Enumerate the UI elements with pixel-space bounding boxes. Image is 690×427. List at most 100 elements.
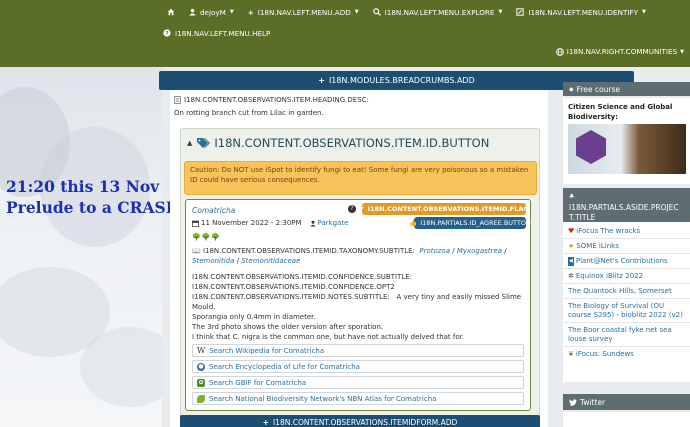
search-wikipedia-label: Search Wikipedia for Comatricha <box>209 346 325 355</box>
project-link[interactable]: ✲ Equinox iBlitz 2022 <box>568 272 688 281</box>
nav-user-menu[interactable]: dejoyM ▼ <box>182 8 241 17</box>
course-panel[interactable]: Citizen Science and Global Biodiversity: <box>563 98 690 184</box>
course-header-label: Free course <box>576 84 620 94</box>
project-link[interactable]: ◀ Plant@Net's Contributions <box>568 257 688 266</box>
document-icon <box>174 96 181 104</box>
flag-button-label: I18N.CONTENT.OBSERVATIONS.ITEMID.FLAG <box>367 205 529 213</box>
plus-icon: + <box>247 7 254 17</box>
nav-home[interactable] <box>160 8 182 16</box>
search-gbif-link[interactable]: ✿ Search GBIF for Comatricha <box>192 376 524 389</box>
leaf-icon: ❦ <box>568 350 574 358</box>
nav-help[interactable]: ? I18N.NAV.LEFT.MENU.HELP <box>163 29 270 38</box>
caret-down-icon: ▼ <box>229 9 234 15</box>
description-text: On rotting branch cut from Lilac in gard… <box>174 109 324 117</box>
nav-add-label: I18N.NAV.LEFT.MENU.ADD <box>257 7 351 17</box>
notes-label: I18N.CONTENT.OBSERVATIONS.ITEMID.NOTES.S… <box>192 293 390 301</box>
search-nbn-link[interactable]: Search National Biodiversity Network's N… <box>192 392 524 405</box>
search-eol-link[interactable]: ● Search Encyclopedia of Life for Comatr… <box>192 360 524 373</box>
wikipedia-icon: W <box>197 346 206 355</box>
twitter-header: Twitter <box>563 394 690 410</box>
nav-explore-label: I18N.NAV.LEFT.MENU.EXPLORE <box>384 7 495 17</box>
caret-down-icon: ▼ <box>498 9 503 15</box>
taxon-link[interactable]: Stemonitidaceae <box>241 257 300 265</box>
nav-help-label: I18N.NAV.LEFT.MENU.HELP <box>175 28 271 38</box>
play-icon: ◀ <box>568 257 574 266</box>
description-heading: I18N.CONTENT.OBSERVATIONS.ITEM.HEADING.D… <box>174 96 369 104</box>
project-link[interactable]: ★ SOME iLinks <box>568 242 688 251</box>
top-navbar: dejoyM ▼ + I18N.NAV.LEFT.MENU.ADD ▼ I18N… <box>0 0 690 67</box>
flag-button[interactable]: ✔ I18N.CONTENT.OBSERVATIONS.ITEMID.FLAG <box>359 203 529 215</box>
project-link[interactable]: The Biology of Survival (OU course S295)… <box>568 302 688 320</box>
search-wikipedia-link[interactable]: W Search Wikipedia for Comatricha <box>192 344 524 357</box>
help-icon[interactable]: ? <box>348 205 356 213</box>
id-heading[interactable]: ▲ I18N.CONTENT.OBSERVATIONS.ITEM.ID.BUTT… <box>187 136 489 150</box>
nbn-leaf-icon <box>197 394 205 403</box>
nav-add-menu[interactable]: + I18N.NAV.LEFT.MENU.ADD ▼ <box>241 8 366 17</box>
course-title[interactable]: Citizen Science and Global Biodiversity: <box>568 102 686 122</box>
project-link[interactable]: ❦ iFocus: Sundews <box>568 350 688 359</box>
add-identification-label: I18N.CONTENT.OBSERVATIONS.ITEMIDFORM.ADD <box>272 417 458 427</box>
pencil-icon <box>516 8 525 16</box>
species-link[interactable]: Comatricha <box>192 206 235 215</box>
identification-date: 11 November 2022 - 2:30PM <box>201 219 302 227</box>
projects-panel: ♥ iFocus The wracks ★ SOME iLinks ◀ Plant@N… <box>563 222 690 382</box>
taxonomy-line: 📖 I18N.CONTENT.OBSERVATIONS.ITEMID.TAXON… <box>192 247 507 265</box>
confidence-label: I18N.CONTENT.OBSERVATIONS.ITEMID.CONFIDE… <box>192 273 413 281</box>
add-identification-button[interactable]: + I18N.CONTENT.OBSERVATIONS.ITEMIDFORM.A… <box>180 415 540 427</box>
twitter-header-label: Twitter <box>580 397 606 407</box>
identification-meta: 11 November 2022 - 2:30PM Parkgate <box>192 219 348 227</box>
globe-icon <box>555 47 564 56</box>
taxon-link[interactable]: Myxogastrea <box>457 247 502 255</box>
notes-line-2: Sporangia only 0.4mm in diameter. <box>192 313 316 321</box>
nav-identify-label: I18N.NAV.LEFT.MENU.IDENTIFY <box>528 7 639 17</box>
calendar-icon <box>192 220 199 227</box>
breadcrumb-label: I18N.MODULES.BREADCRUMBS.ADD <box>328 76 475 85</box>
identification-panel: ▲ I18N.CONTENT.OBSERVATIONS.ITEM.ID.BUTT… <box>180 128 540 418</box>
twitter-icon <box>569 398 577 406</box>
caution-alert: Caution: Do NOT use iSpot to identify fu… <box>184 161 537 195</box>
projects-header-label: I18N.PARTIALS.ASIDE.PROJECT.TITLE <box>569 203 679 222</box>
nav-identify-menu[interactable]: I18N.NAV.LEFT.MENU.IDENTIFY ▼ <box>509 8 653 17</box>
eol-icon: ● <box>197 362 205 371</box>
notes-line-3: The 3rd photo shows the older version af… <box>192 323 384 331</box>
project-link[interactable]: The Boor coastal fyke net sea louse surv… <box>568 326 688 344</box>
nav-communities[interactable]: I18N.NAV.RIGHT.COMMUNITIES ▼ <box>555 47 684 56</box>
search-nbn-label: Search National Biodiversity Network's N… <box>209 394 437 403</box>
overlay-caption: 21:20 this 13 Nov Prelude to a CRASH <box>6 176 180 218</box>
nav-menu: dejoyM ▼ + I18N.NAV.LEFT.MENU.ADD ▼ I18N… <box>160 0 653 24</box>
id-heading-label: I18N.CONTENT.OBSERVATIONS.ITEM.ID.BUTTON <box>214 136 490 150</box>
projects-header: ♣ I18N.PARTIALS.ASIDE.PROJECT.TITLE <box>563 188 690 222</box>
nav-user-label: dejoyM <box>200 7 226 17</box>
search-eol-label: Search Encyclopedia of Life for Comatric… <box>209 362 360 371</box>
taxonomy-label: I18N.CONTENT.OBSERVATIONS.ITEMID.TAXONOM… <box>202 247 415 255</box>
taxon-link[interactable]: Protozoa <box>419 247 450 255</box>
overlay-line-1: 21:20 this 13 Nov <box>6 177 160 196</box>
question-icon: ? <box>163 29 171 37</box>
star-icon: ★ <box>568 242 575 250</box>
search-icon <box>372 8 381 16</box>
caret-down-icon: ▼ <box>642 9 646 15</box>
heart-icon: ♥ <box>568 227 575 235</box>
notes-line-4: I think that C. nigra is the common one,… <box>192 333 465 341</box>
projects-icon: ♣ <box>569 193 575 200</box>
svg-text:?: ? <box>165 31 168 37</box>
search-gbif-label: Search GBIF for Comatricha <box>209 378 307 387</box>
gbif-icon: ✿ <box>197 378 205 387</box>
project-link[interactable]: The Quantock Hills, Somerset <box>568 287 688 296</box>
identification-user[interactable]: Parkgate <box>318 219 349 227</box>
caret-up-icon: ▲ <box>187 139 193 147</box>
identification-card: Comatricha ? ✔ I18N.CONTENT.OBSERVATIONS… <box>185 199 531 411</box>
agree-button[interactable]: 👍 I18N.PARTIALS.ID_AGREE.BUTTON <box>409 217 531 229</box>
main-content: I18N.CONTENT.OBSERVATIONS.ITEM.HEADING.D… <box>170 90 548 427</box>
course-header: ◆ Free course <box>563 82 690 96</box>
course-badge-icon <box>576 130 606 164</box>
overlay-line-2: Prelude to a CRASH <box>6 198 181 217</box>
project-link[interactable]: ♥ iFocus The wracks <box>568 227 688 236</box>
agree-button-label: I18N.PARTIALS.ID_AGREE.BUTTON <box>420 219 531 227</box>
taxon-link[interactable]: Stemonitida <box>192 257 234 265</box>
confidence-value: I18N.CONTENT.OBSERVATIONS.ITEMID.CONFIDE… <box>192 283 395 291</box>
description-heading-label: I18N.CONTENT.OBSERVATIONS.ITEM.HEADING.D… <box>184 96 369 104</box>
user-icon <box>189 8 196 16</box>
course-image[interactable] <box>568 124 686 174</box>
nav-explore-menu[interactable]: I18N.NAV.LEFT.MENU.EXPLORE ▼ <box>366 8 510 17</box>
